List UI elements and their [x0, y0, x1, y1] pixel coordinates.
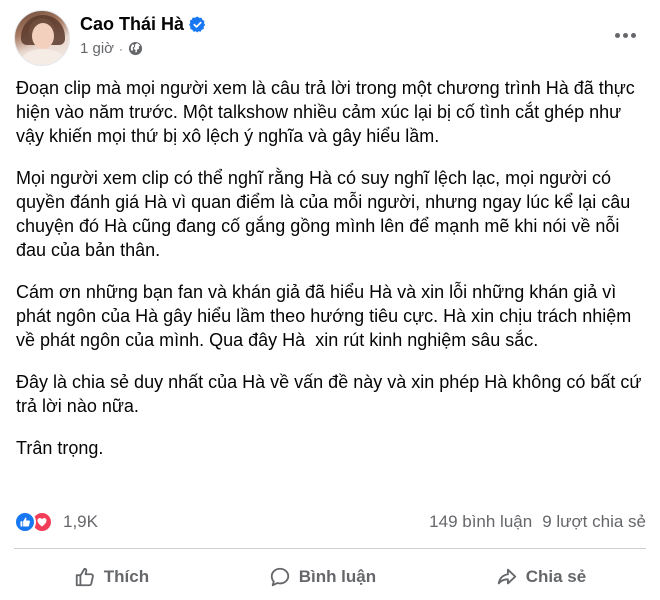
author-row: Cao Thái Hà	[80, 14, 206, 35]
post-content: Đoạn clip mà mọi người xem là câu trả lờ…	[16, 76, 646, 478]
avatar-shoulder	[21, 49, 65, 65]
reaction-icons	[14, 511, 53, 533]
post-paragraph: Đoạn clip mà mọi người xem là câu trả lờ…	[16, 78, 640, 146]
post-actions: Thích Bình luận Chia sẻ	[14, 555, 646, 599]
verified-badge-icon	[189, 16, 206, 33]
comment-button[interactable]: Bình luận	[247, 560, 398, 594]
share-count-link[interactable]: 9 lượt chia sẻ	[542, 512, 646, 532]
comment-label: Bình luận	[298, 567, 377, 586]
post-timestamp[interactable]: 1 giờ	[80, 40, 114, 57]
post-paragraph: Trân trọng.	[16, 438, 104, 458]
thumbs-up-icon	[75, 567, 94, 587]
more-dot	[614, 32, 620, 38]
post-stats: 1,9K 149 bình luận 9 lượt chia sẻ	[14, 508, 646, 536]
like-reaction-icon	[14, 511, 36, 533]
reaction-count: 1,9K	[63, 512, 98, 531]
author-name[interactable]: Cao Thái Hà	[80, 14, 184, 35]
share-label: Chia sẻ	[525, 567, 587, 586]
share-arrow-icon	[497, 568, 516, 585]
post-paragraph: Mọi người xem clip có thể nghĩ rằng Hà c…	[16, 168, 636, 260]
reactions-summary[interactable]: 1,9K	[14, 511, 98, 533]
more-dot	[630, 32, 636, 38]
globe-icon[interactable]	[128, 41, 143, 56]
like-button[interactable]: Thích	[52, 560, 171, 594]
meta-separator: ·	[119, 41, 124, 56]
engagement-counts: 149 bình luận 9 lượt chia sẻ	[429, 512, 646, 532]
more-dot	[622, 32, 628, 38]
avatar-face	[32, 23, 54, 49]
like-label: Thích	[103, 567, 150, 586]
author-avatar[interactable]	[14, 10, 70, 66]
comment-count-link[interactable]: 149 bình luận	[429, 512, 532, 532]
more-options-icon[interactable]	[610, 20, 640, 50]
post-paragraph: Cám ơn những bạn fan và khán giả đã hiểu…	[16, 282, 637, 350]
post-meta: 1 giờ ·	[80, 40, 143, 57]
facebook-post: Cao Thái Hà 1 giờ · Đoạn clip mà mọi ngư…	[0, 0, 660, 600]
share-button[interactable]: Chia sẻ	[474, 560, 608, 594]
post-header: Cao Thái Hà 1 giờ ·	[14, 10, 646, 66]
actions-divider	[14, 548, 646, 549]
post-paragraph: Đây là chia sẻ duy nhất của Hà về vấn đề…	[16, 372, 647, 416]
comment-bubble-icon	[270, 567, 289, 587]
